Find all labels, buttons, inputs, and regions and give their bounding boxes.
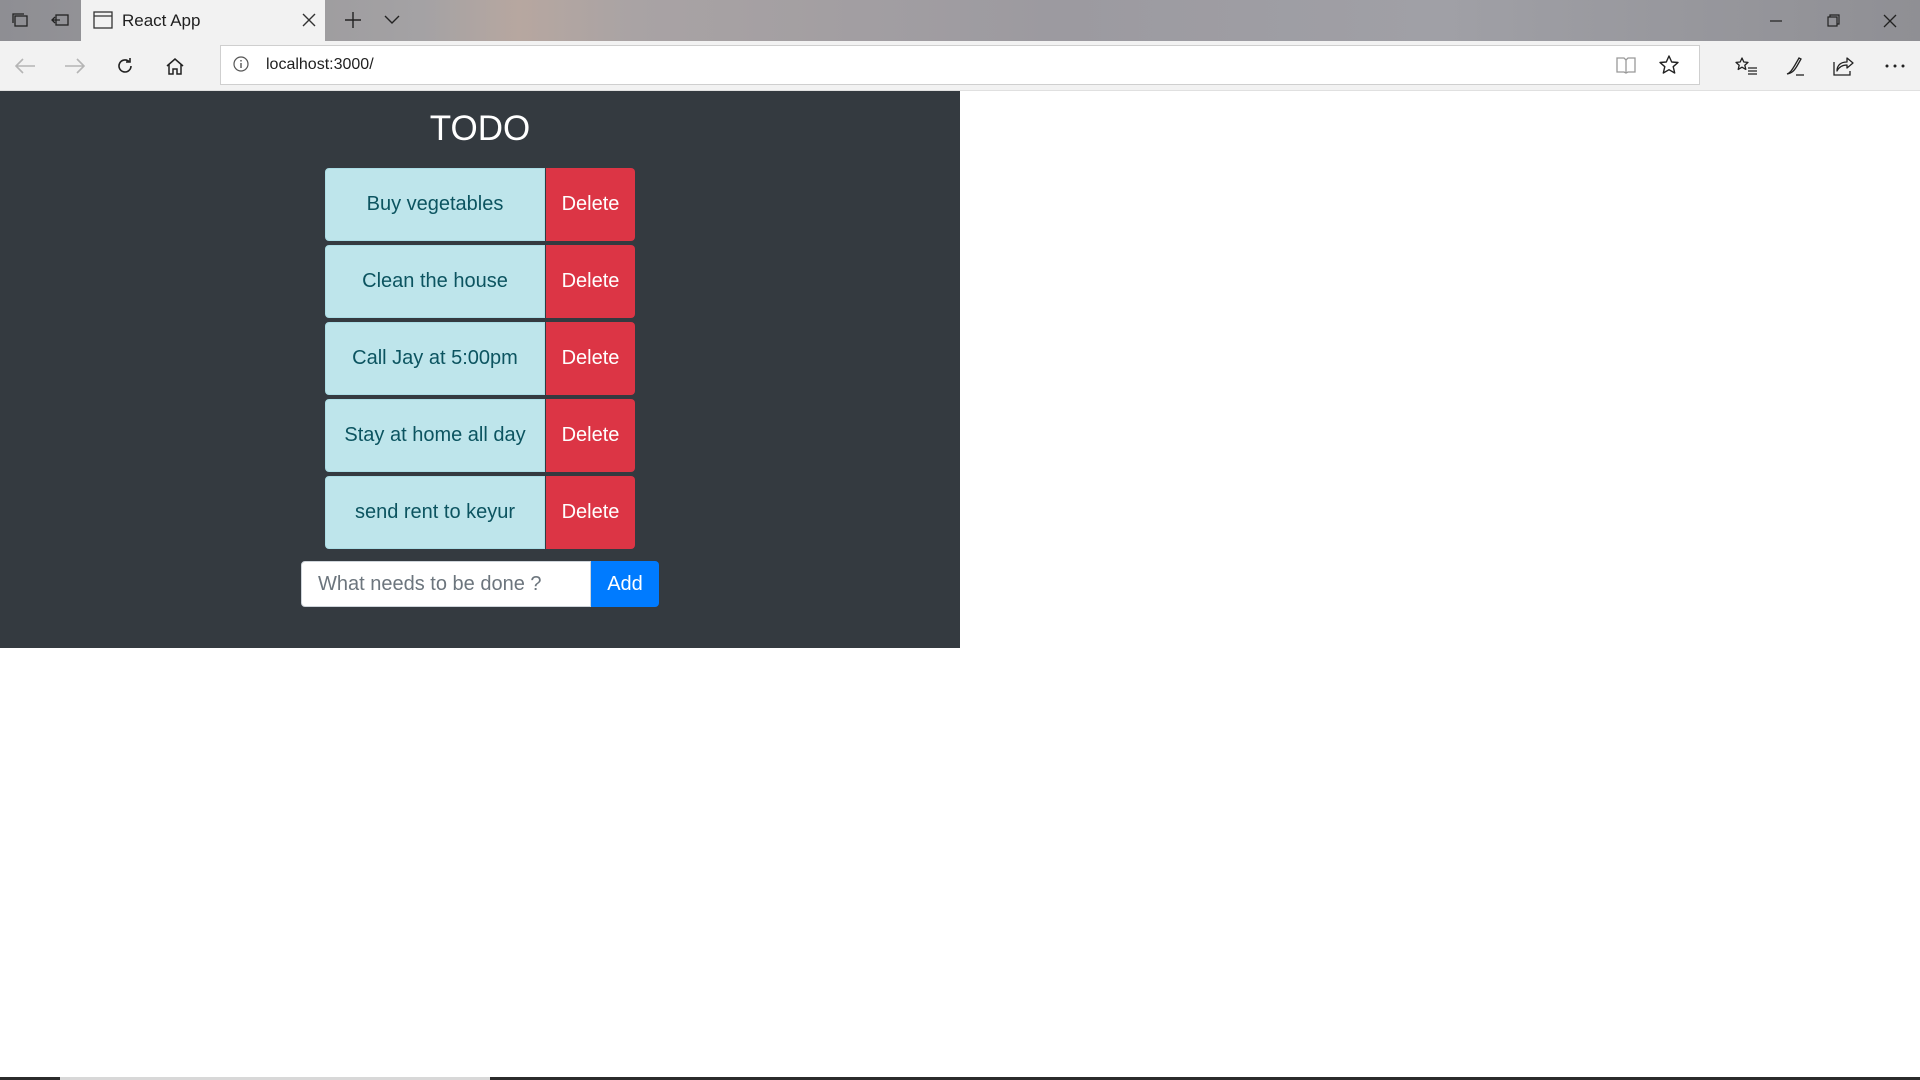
todo-item[interactable]: send rent to keyur: [325, 476, 545, 549]
todo-item[interactable]: Call Jay at 5:00pm: [325, 322, 545, 395]
todo-row: Call Jay at 5:00pm Delete: [325, 322, 635, 399]
reading-view-icon[interactable]: [1616, 56, 1636, 79]
todo-item[interactable]: Buy vegetables: [325, 168, 545, 241]
todo-row: Buy vegetables Delete: [325, 168, 635, 245]
todo-item[interactable]: Stay at home all day: [325, 399, 545, 472]
delete-button[interactable]: Delete: [546, 399, 635, 472]
minimize-icon[interactable]: [1748, 0, 1804, 41]
home-icon[interactable]: [160, 51, 190, 81]
address-bar[interactable]: localhost:3000/: [220, 45, 1700, 85]
page-icon: [93, 11, 113, 34]
todo-row: Stay at home all day Delete: [325, 399, 635, 476]
todo-row: Clean the house Delete: [325, 245, 635, 322]
restore-tabs-icon[interactable]: [45, 6, 75, 34]
forward-arrow-icon[interactable]: [60, 51, 90, 81]
delete-button[interactable]: Delete: [546, 476, 635, 549]
refresh-icon[interactable]: [110, 51, 140, 81]
url-text[interactable]: localhost:3000/: [266, 56, 374, 74]
browser-toolbar: localhost:3000/: [0, 41, 1920, 91]
todo-item[interactable]: Clean the house: [325, 245, 545, 318]
pen-icon[interactable]: [1780, 51, 1810, 81]
chevron-down-icon[interactable]: [377, 6, 407, 34]
more-icon[interactable]: [1880, 51, 1910, 81]
close-icon[interactable]: [297, 8, 321, 32]
todo-app: TODO Buy vegetables Delete Clean the hou…: [0, 91, 960, 648]
add-button[interactable]: Add: [591, 561, 659, 607]
delete-button[interactable]: Delete: [546, 245, 635, 318]
info-icon[interactable]: [233, 56, 249, 77]
browser-title-bar: React App: [0, 0, 1920, 41]
delete-button[interactable]: Delete: [546, 322, 635, 395]
page-title: TODO: [429, 109, 531, 148]
delete-button[interactable]: Delete: [546, 168, 635, 241]
share-icon[interactable]: [1829, 51, 1859, 81]
new-todo-input[interactable]: [301, 561, 591, 607]
tabs-aside-icon[interactable]: [5, 6, 35, 34]
plus-icon[interactable]: [338, 6, 368, 34]
favorites-list-icon[interactable]: [1731, 51, 1761, 81]
add-todo-form: Add: [301, 561, 659, 607]
star-icon[interactable]: [1658, 54, 1680, 81]
todo-row: send rent to keyur Delete: [325, 476, 635, 553]
todo-list: Buy vegetables Delete Clean the house De…: [325, 168, 635, 553]
restore-icon[interactable]: [1805, 0, 1861, 41]
window-close-icon[interactable]: [1862, 0, 1918, 41]
back-arrow-icon[interactable]: [10, 51, 40, 81]
tab-react-app[interactable]: React App: [81, 0, 325, 41]
tab-title: React App: [122, 11, 201, 30]
